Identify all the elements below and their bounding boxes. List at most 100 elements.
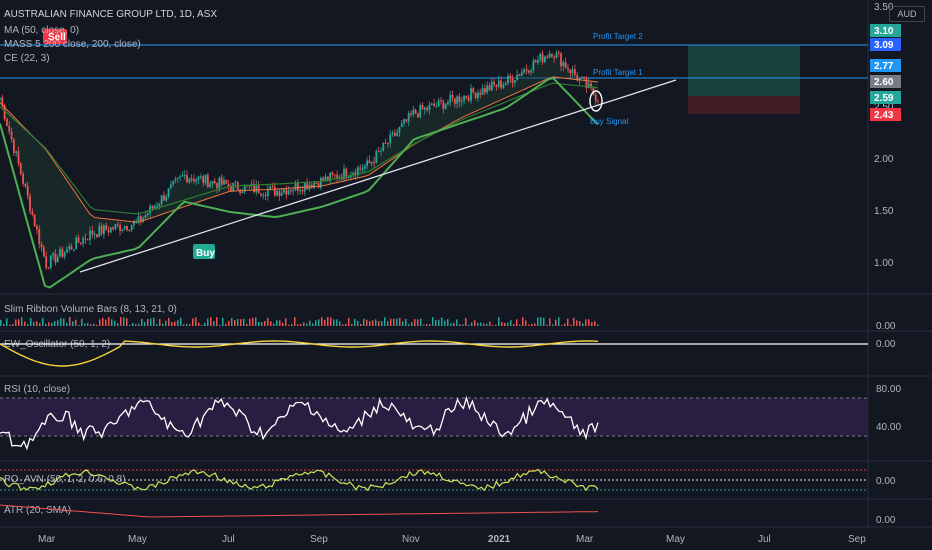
volume-bar <box>177 320 179 326</box>
volume-bar <box>270 321 272 326</box>
candle-body <box>100 225 103 234</box>
candle-body <box>548 53 551 58</box>
candle-body <box>204 174 207 183</box>
candle-body <box>317 183 320 188</box>
indicator-mass[interactable]: MASS 5 200 close, 200, close) <box>4 39 141 50</box>
volume-bar <box>306 323 308 326</box>
time-axis[interactable]: Mar May Jul Sep Nov 2021 Mar May Jul Sep <box>38 534 866 545</box>
candle-body <box>59 248 61 257</box>
volume-bar <box>258 321 260 326</box>
chart-canvas[interactable]: Profit Target 2 Profit Target 1 Buy Sign… <box>0 0 932 550</box>
volume-bar <box>465 318 467 326</box>
candle-body <box>423 107 426 110</box>
volume-bar <box>513 324 515 326</box>
volume-bar <box>408 324 410 326</box>
candle-body <box>333 174 336 176</box>
candle-body <box>368 160 371 164</box>
volume-bar <box>231 317 233 326</box>
candle-body <box>19 163 22 174</box>
volume-bar <box>339 321 341 326</box>
volume-bar <box>585 319 587 326</box>
volume-bar <box>471 322 473 326</box>
candle-body <box>179 176 181 178</box>
candle-body <box>518 74 521 76</box>
candle-body <box>126 226 128 231</box>
volume-bar <box>366 319 368 326</box>
candle-body <box>361 168 364 170</box>
candle-body <box>456 96 459 104</box>
indicator-ce[interactable]: CE (22, 3) <box>4 53 50 64</box>
stop-zone[interactable] <box>688 96 800 114</box>
volume-bar <box>444 320 446 326</box>
candle-body <box>447 102 449 105</box>
time-tick: Mar <box>576 534 594 545</box>
candle-body <box>377 150 380 152</box>
candle-body <box>347 177 350 179</box>
candle-body <box>163 195 165 201</box>
time-tick: Sep <box>310 534 328 545</box>
atr-pane-label[interactable]: ATR (20, SMA) <box>4 505 71 516</box>
candle-body <box>488 85 491 91</box>
candle-body <box>156 206 158 208</box>
volume-bar <box>297 324 299 326</box>
rsi-tick-40: 40.00 <box>876 422 901 433</box>
candle-body <box>91 230 94 235</box>
candle-body <box>414 109 417 114</box>
volume-tick: 0.00 <box>876 321 896 332</box>
volume-bar <box>171 322 173 326</box>
candle-body <box>72 249 75 251</box>
volume-bar <box>441 317 443 326</box>
candle-body <box>186 175 188 183</box>
volume-bar <box>57 320 59 326</box>
candle-body <box>61 248 64 257</box>
candle-body <box>453 98 456 104</box>
ppo-tick: 0.00 <box>876 476 896 487</box>
candle-body <box>89 230 91 241</box>
candle-body <box>525 69 528 71</box>
volume-pane-label[interactable]: Slim Ribbon Volume Bars (8, 13, 21, 0) <box>4 304 177 315</box>
volume-bar <box>447 319 449 326</box>
badge-3-10-label: 3.10 <box>874 26 894 37</box>
volume-bar <box>45 323 47 326</box>
volume-bar <box>225 323 227 326</box>
candle-body <box>507 75 509 84</box>
candle-body <box>285 189 288 195</box>
rsi-pane-label[interactable]: RSI (10, close) <box>4 384 70 395</box>
candle-body <box>400 123 403 128</box>
currency-button[interactable]: AUD <box>889 6 925 22</box>
candle-body <box>433 103 435 107</box>
volume-bar <box>405 318 407 326</box>
candle-body <box>257 184 260 194</box>
volume-bar <box>228 320 230 326</box>
candle-body <box>36 226 38 230</box>
volume-bar <box>135 324 137 326</box>
trendline[interactable] <box>79 79 677 273</box>
candle-body <box>564 62 567 68</box>
volume-bar <box>0 319 2 326</box>
candle-body <box>54 253 57 263</box>
volume-bar <box>531 323 533 326</box>
volume-bar <box>399 317 401 326</box>
volume-bar <box>492 324 494 326</box>
volume-bar <box>561 324 563 326</box>
volume-bar <box>591 322 593 326</box>
volume-bar <box>552 324 554 326</box>
volume-bar <box>393 318 395 326</box>
candle-body <box>301 189 304 192</box>
candle-body <box>75 237 78 250</box>
volume-bar <box>510 320 512 326</box>
volume-bar <box>558 317 560 326</box>
volume-bar <box>240 319 242 326</box>
indicator-ma[interactable]: MA (50, close, 0) <box>4 25 79 36</box>
candle-body <box>511 78 514 83</box>
volume-bar <box>567 318 569 326</box>
profit-zone[interactable] <box>688 45 800 96</box>
candle-body <box>537 59 539 63</box>
volume-bar <box>138 323 140 326</box>
volume-bar <box>546 324 548 326</box>
candle-body <box>393 132 396 136</box>
candle-body <box>174 178 177 181</box>
volume-bar <box>414 319 416 326</box>
volume-bar <box>300 324 302 326</box>
time-tick: Mar <box>38 534 56 545</box>
